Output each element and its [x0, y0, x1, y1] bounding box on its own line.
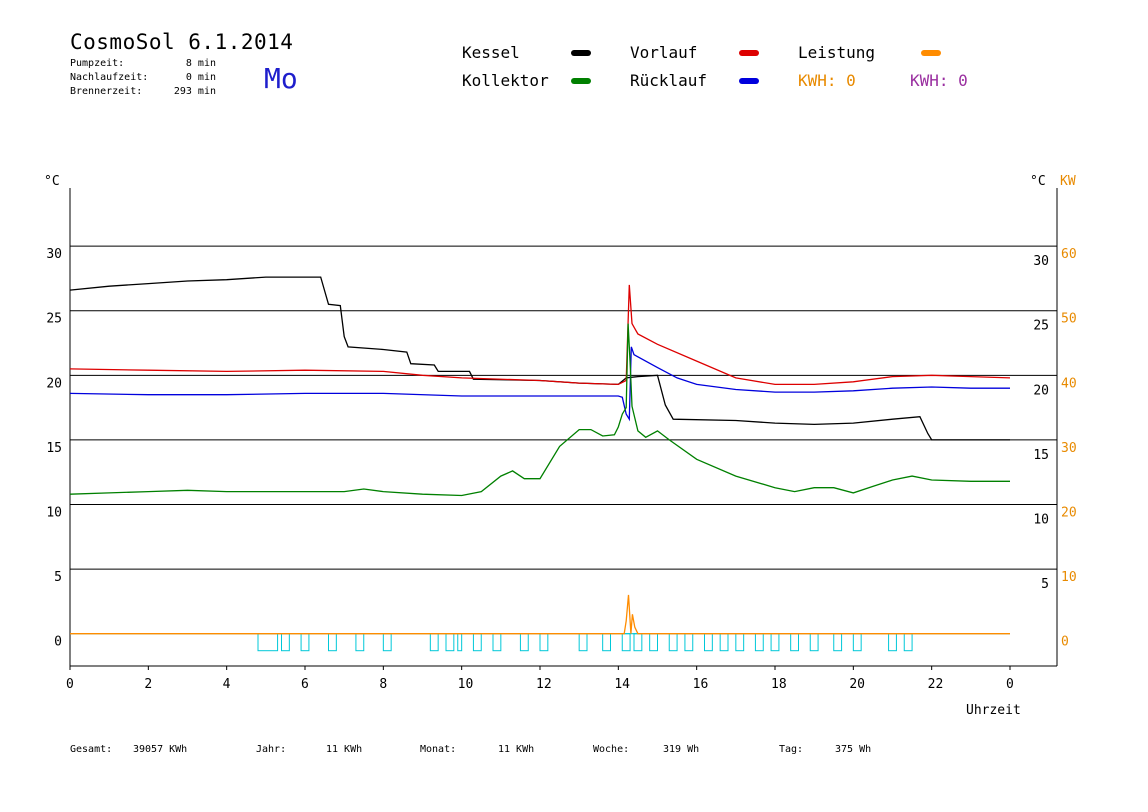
- right-axis-unit: °C: [1030, 174, 1046, 189]
- pump-on-marker: [257, 633, 279, 652]
- footer-gesamt-value: 39057 KWh: [133, 744, 188, 755]
- series-line-kessel: [69, 276, 1010, 441]
- power-tick-label: 0: [1061, 635, 1069, 650]
- left-tick-label: 15: [46, 441, 62, 456]
- tick-labels: 3025201510503025201510560504030201000 2 4 6…: [46, 247, 1076, 692]
- footer-woche-value: 319 Wh: [663, 744, 700, 755]
- footer-monat-label: Monat:: [420, 744, 457, 755]
- pump-on-marker: [355, 633, 365, 652]
- footer-jahr-value: 11 KWh: [326, 744, 363, 755]
- gridlines: [70, 245, 1057, 570]
- power-tick-label: 20: [1061, 506, 1077, 521]
- left-tick-label: 20: [46, 376, 62, 391]
- left-tick-label: 0: [54, 635, 62, 650]
- pump-on-marker: [382, 633, 392, 652]
- series-line-leistung: [70, 594, 1010, 635]
- power-tick-label: 50: [1061, 312, 1077, 327]
- pump-on-marker: [602, 633, 612, 652]
- left-tick-label: 5: [54, 570, 62, 585]
- right-tick-label: 5: [1041, 577, 1049, 592]
- temperature-chart: °C °C KW Uhrzeit 30252015105030252015105…: [44, 174, 1077, 718]
- x-tick-label: 12: [536, 677, 552, 692]
- pump-on-marker: [735, 633, 745, 652]
- footer-gesamt-label: Gesamt:: [70, 744, 113, 755]
- x-tick-label: 16: [693, 677, 709, 692]
- pump-on-marker: [445, 633, 455, 652]
- pump-on-marker: [649, 633, 659, 652]
- x-tick-label: 8: [379, 677, 387, 692]
- left-tick-label: 10: [46, 506, 62, 521]
- left-tick-label: 30: [46, 247, 62, 262]
- footer-jahr-label: Jahr:: [256, 744, 287, 755]
- right-tick-label: 20: [1033, 383, 1049, 398]
- pump-on-marker: [704, 633, 713, 652]
- right-tick-label: 10: [1033, 513, 1049, 528]
- pump-on-marker: [684, 633, 694, 652]
- power-tick-label: 60: [1061, 247, 1077, 262]
- right-tick-label: 25: [1033, 319, 1049, 334]
- pump-on-marker: [633, 633, 643, 652]
- pump-on-marker: [903, 633, 913, 652]
- left-tick-label: 25: [46, 312, 62, 327]
- power-tick-label: 40: [1061, 376, 1077, 391]
- pump-on-marker: [472, 633, 482, 652]
- footer-tag-value: 375 Wh: [835, 744, 872, 755]
- pump-on-marker: [621, 633, 631, 652]
- x-tick-label: 10: [458, 677, 474, 692]
- pump-on-marker: [492, 633, 502, 652]
- power-tick-label: 30: [1061, 441, 1077, 456]
- pump-on-marker: [668, 633, 678, 652]
- pump-on-marker: [833, 633, 843, 652]
- right-tick-label: 15: [1033, 448, 1049, 463]
- pump-on-marker: [719, 633, 729, 652]
- x-tick-label: 18: [771, 677, 787, 692]
- series-line-vorlauf: [69, 284, 1011, 386]
- x-tick-label: 0: [1006, 677, 1014, 692]
- pump-on-marker: [809, 633, 819, 652]
- x-tick-label: 20: [849, 677, 865, 692]
- x-axis-label: Uhrzeit: [966, 703, 1021, 718]
- series: [69, 276, 1011, 652]
- pump-on-marker: [852, 633, 862, 652]
- pump-on-marker: [519, 633, 529, 652]
- pump-on-marker: [300, 633, 310, 652]
- pump-activity: [70, 633, 1010, 652]
- footer-tag-label: Tag:: [779, 744, 804, 755]
- x-tick-label: 14: [614, 677, 630, 692]
- footer-woche-label: Woche:: [593, 744, 630, 755]
- footer-monat-value: 11 KWh: [498, 744, 535, 755]
- x-tick-label: 6: [301, 677, 309, 692]
- pump-on-marker: [770, 633, 780, 652]
- pump-on-marker: [539, 633, 549, 652]
- x-tick-label: 4: [223, 677, 231, 692]
- pump-on-marker: [578, 633, 588, 652]
- power-axis-unit: KW: [1060, 174, 1076, 189]
- series-line-rücklauf: [69, 346, 1010, 422]
- pump-on-marker: [790, 633, 800, 652]
- pump-on-marker: [429, 633, 439, 652]
- pump-on-marker: [754, 633, 764, 652]
- power-tick-label: 10: [1061, 570, 1077, 585]
- series-line-kollektor: [69, 323, 1010, 497]
- right-tick-label: 30: [1033, 254, 1049, 269]
- pump-on-marker: [457, 633, 463, 652]
- x-tick-label: 0: [66, 677, 74, 692]
- pump-on-marker: [328, 633, 337, 652]
- x-tick-label: 2: [144, 677, 152, 692]
- left-axis-unit: °C: [44, 174, 60, 189]
- x-tick-label: 22: [928, 677, 944, 692]
- pump-on-marker: [281, 633, 290, 652]
- pump-on-marker: [888, 633, 897, 652]
